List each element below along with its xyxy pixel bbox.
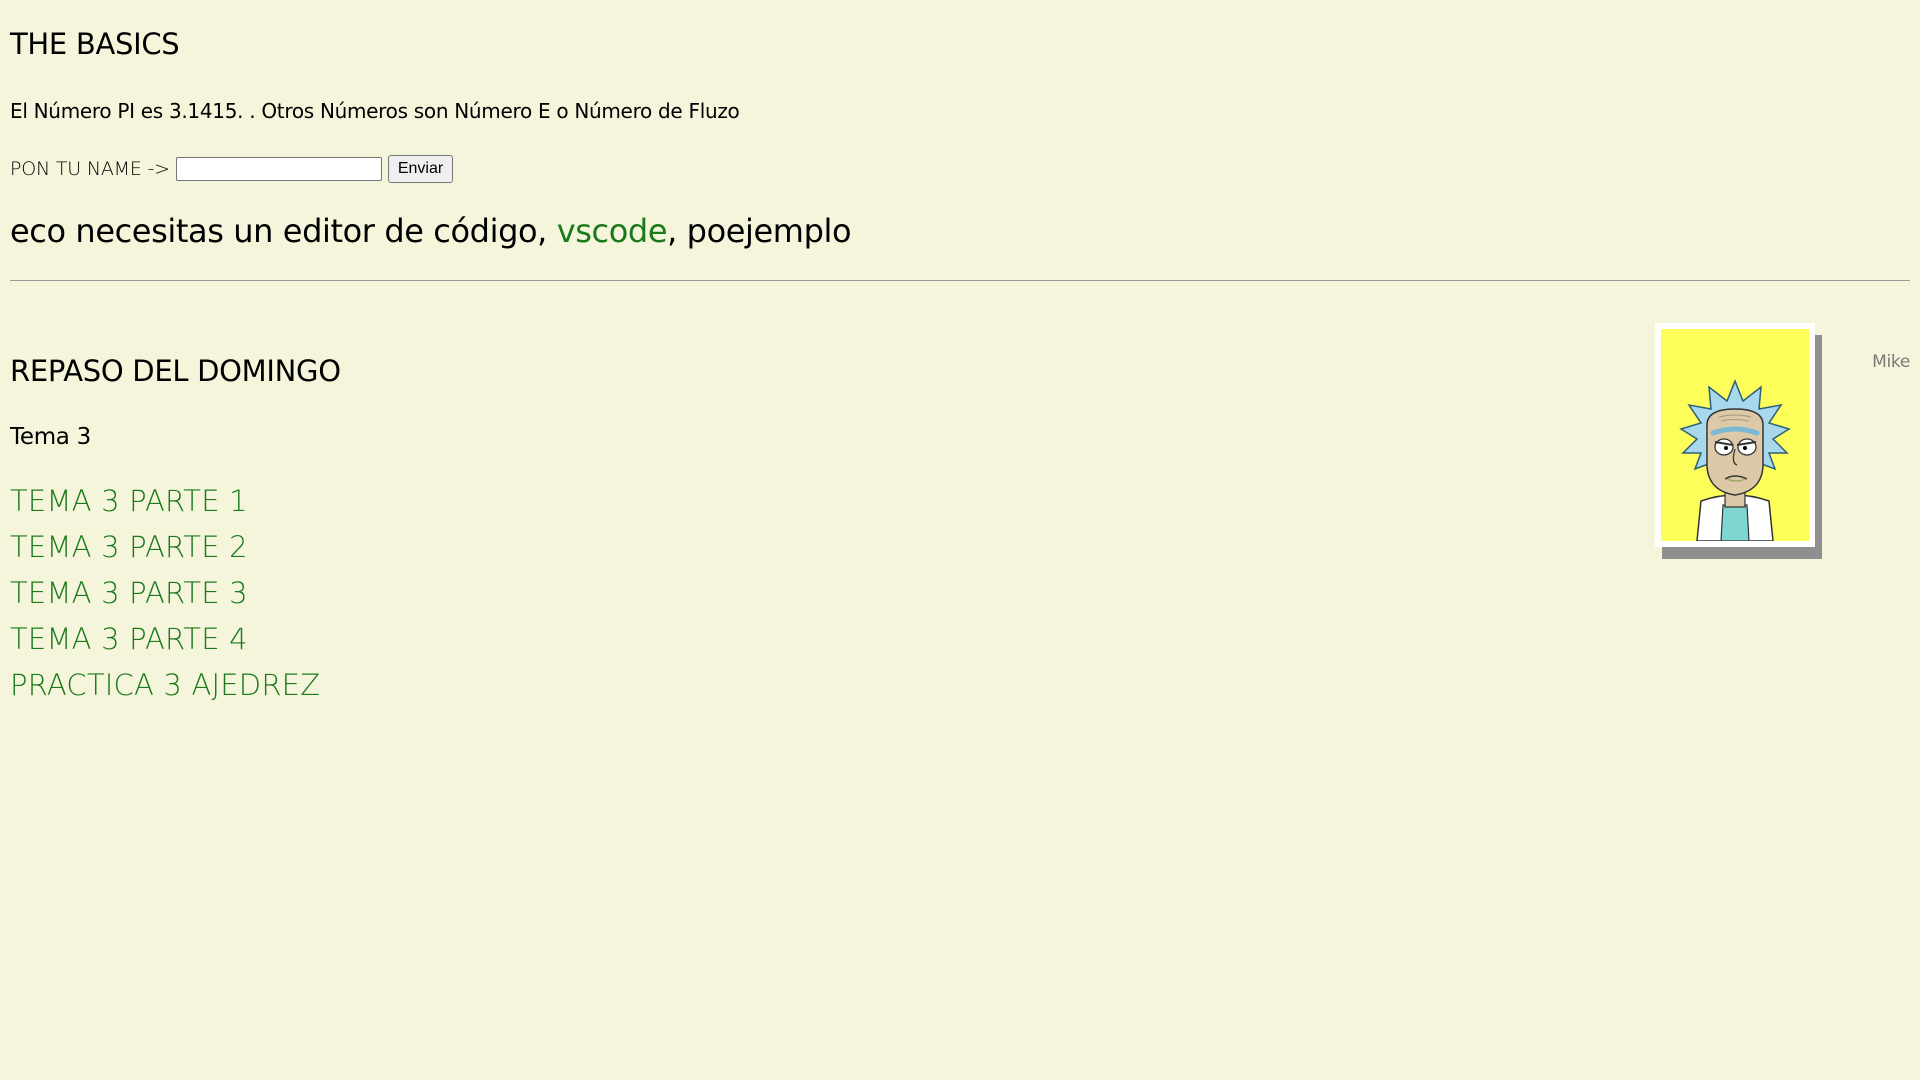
rick-portrait-icon: [1679, 378, 1791, 541]
topic-link-part-4[interactable]: TEMA 3 PARTE 4: [10, 622, 248, 656]
section-divider: [10, 280, 1910, 281]
topic-link-part-1[interactable]: TEMA 3 PARTE 1: [10, 484, 248, 518]
topic-link-part-3[interactable]: TEMA 3 PARTE 3: [10, 576, 248, 610]
topic-links-list: TEMA 3 PARTE 1 TEMA 3 PARTE 2 TEMA 3 PAR…: [10, 478, 320, 708]
list-item: TEMA 3 PARTE 4: [10, 616, 320, 662]
name-label: PON TU NAME ->: [10, 158, 170, 180]
topic-link-part-2[interactable]: TEMA 3 PARTE 2: [10, 530, 248, 564]
name-form: PON TU NAME -> Enviar: [10, 155, 454, 183]
submit-button[interactable]: Enviar: [387, 155, 454, 183]
author-label: Mike: [1872, 352, 1910, 372]
section-title: REPASO DEL DOMINGO: [10, 354, 341, 388]
practice-chess-link[interactable]: PRACTICA 3 AJEDREZ: [10, 668, 320, 702]
list-item: TEMA 3 PARTE 2: [10, 524, 320, 570]
list-item: TEMA 3 PARTE 3: [10, 570, 320, 616]
editor-heading-text-start: eco necesitas un editor de código,: [10, 212, 557, 250]
portrait-card: [1655, 323, 1822, 559]
name-input[interactable]: [175, 157, 382, 181]
page-title: THE BASICS: [10, 27, 180, 61]
list-item: PRACTICA 3 AJEDREZ: [10, 662, 320, 708]
intro-text: El Número PI es 3.1415. . Otros Números …: [10, 99, 740, 123]
portrait-image: [1655, 323, 1815, 547]
editor-heading: eco necesitas un editor de código, vscod…: [10, 212, 852, 250]
topic-subtitle: Tema 3: [10, 424, 91, 450]
editor-heading-text-end: , poejemplo: [667, 212, 852, 250]
vscode-link[interactable]: vscode: [557, 212, 668, 250]
list-item: TEMA 3 PARTE 1: [10, 478, 320, 524]
